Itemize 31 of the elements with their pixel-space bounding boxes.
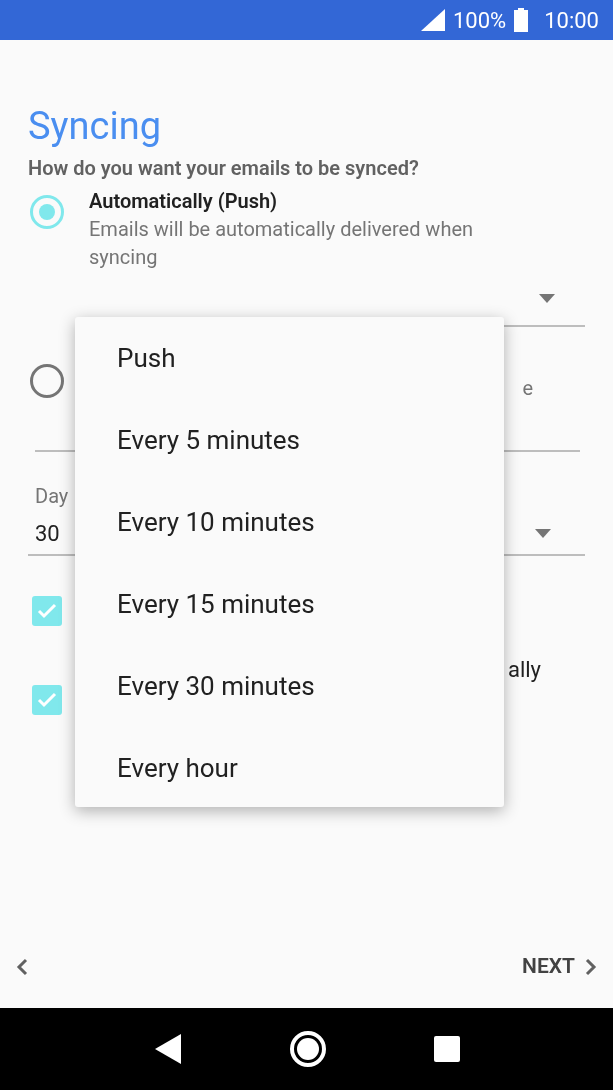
checkbox[interactable] — [32, 596, 62, 626]
option-label: e — [522, 375, 533, 402]
checkmark-icon — [37, 692, 57, 708]
dropdown-arrow-icon[interactable] — [539, 293, 555, 303]
clock: 10:00 — [544, 6, 599, 35]
menu-item[interactable]: Every 15 minutes — [75, 563, 504, 645]
menu-item[interactable]: Push — [75, 317, 504, 399]
next-button[interactable]: NEXT — [518, 947, 601, 987]
chevron-right-icon — [585, 958, 597, 976]
home-icon[interactable] — [289, 1030, 328, 1068]
checkmark-icon — [37, 603, 57, 619]
recents-icon[interactable] — [433, 1036, 460, 1062]
menu-item[interactable]: Every hour — [75, 727, 504, 809]
page-title: Syncing — [28, 105, 161, 147]
checkbox[interactable] — [32, 685, 62, 715]
question-text: How do you want your emails to be synced? — [28, 155, 419, 181]
field-label: Day — [35, 483, 69, 510]
back-icon[interactable] — [153, 1033, 184, 1065]
dropdown-arrow-icon[interactable] — [535, 528, 551, 538]
signal-icon — [421, 9, 445, 31]
radio-button[interactable] — [30, 364, 64, 398]
option-label: Automatically (Push) — [89, 188, 278, 215]
checkbox-label: ally — [507, 656, 541, 684]
chevron-left-icon — [16, 958, 28, 976]
menu-item[interactable]: Every 10 minutes — [75, 481, 504, 563]
field-value: 30 — [35, 519, 60, 548]
battery-icon — [514, 8, 529, 32]
menu-item[interactable]: Every 30 minutes — [75, 645, 504, 727]
option-description: Emails will be automatically delivered when syncing — [89, 216, 475, 271]
menu-item[interactable]: Every 5 minutes — [75, 399, 504, 481]
battery-percentage: 100% — [453, 6, 507, 35]
